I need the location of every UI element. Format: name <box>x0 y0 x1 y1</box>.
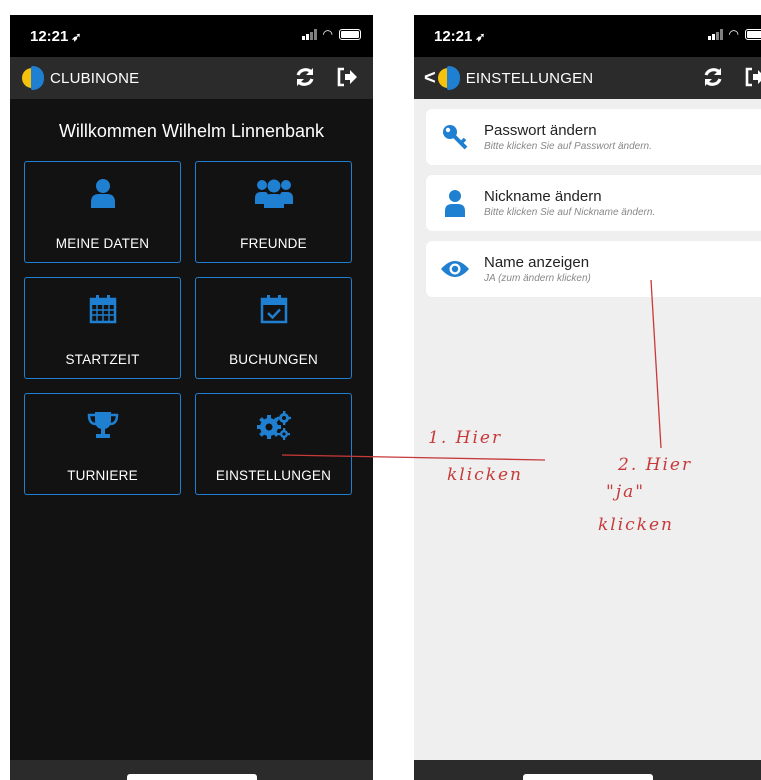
tile-meine-daten[interactable]: MEINE DATEN <box>24 161 181 263</box>
person-icon <box>438 189 472 217</box>
setting-password[interactable]: Passwort ändern Bitte klicken Sie auf Pa… <box>426 109 761 165</box>
tile-turniere[interactable]: TURNIERE <box>24 393 181 495</box>
setting-subtitle: Bitte klicken Sie auf Passwort ändern. <box>484 141 652 152</box>
refresh-icon[interactable] <box>293 65 317 95</box>
app-bar: CLUBINONE <box>10 57 373 99</box>
signal-icon <box>301 29 317 40</box>
home-indicator[interactable] <box>522 774 653 780</box>
tile-buchungen[interactable]: BUCHUNGEN <box>195 277 352 379</box>
tile-freunde[interactable]: FREUNDE <box>195 161 352 263</box>
setting-show-name[interactable]: Name anzeigen JA (zum ändern klicken) <box>426 241 761 297</box>
system-icons: ◠ <box>301 27 361 41</box>
app-title: EINSTELLUNGEN <box>465 69 594 87</box>
tile-label: FREUNDE <box>240 236 307 251</box>
tile-label: MEINE DATEN <box>55 236 150 251</box>
setting-nickname[interactable]: Nickname ändern Bitte klicken Sie auf Ni… <box>426 175 761 231</box>
annotation-step2-line3: klicken <box>598 515 675 535</box>
setting-title: Name anzeigen <box>484 254 590 271</box>
location-icon: ➶ <box>71 30 82 44</box>
logout-icon[interactable] <box>743 65 761 95</box>
logout-icon[interactable] <box>335 65 359 95</box>
setting-subtitle: Bitte klicken Sie auf Nickname ändern. <box>484 207 656 218</box>
home-indicator[interactable] <box>126 774 257 780</box>
tile-label: TURNIERE <box>67 468 138 483</box>
eye-icon <box>438 259 472 279</box>
setting-title: Nickname ändern <box>484 188 602 205</box>
annotation-step2-line1: 2. Hier <box>618 455 693 475</box>
setting-subtitle: JA (zum ändern klicken) <box>484 273 591 284</box>
tile-einstellungen[interactable]: EINSTELLUNGEN <box>195 393 352 495</box>
gears-icon <box>256 410 292 440</box>
annotation-step1-line1: 1. Hier <box>428 428 503 448</box>
app-title: CLUBINONE <box>50 69 140 87</box>
wifi-icon: ◠ <box>728 27 739 41</box>
person-icon <box>90 178 116 208</box>
club-logo-icon <box>22 66 44 90</box>
battery-icon <box>339 29 361 40</box>
status-bar: 12:21 ➶ ◠ <box>414 15 761 57</box>
location-icon: ➶ <box>475 30 486 44</box>
bottom-bar <box>414 760 761 780</box>
setting-title: Passwort ändern <box>484 122 597 139</box>
settings-screen: 12:21 ➶ ◠ < EINSTELLUNGEN Passwort änder… <box>414 15 761 780</box>
tile-label: BUCHUNGEN <box>229 352 318 367</box>
bottom-bar <box>10 760 373 780</box>
welcome-text: Willkommen Wilhelm Linnenbank <box>58 121 325 141</box>
status-time: 12:21 ➶ <box>30 28 81 45</box>
back-button[interactable]: < <box>424 67 436 90</box>
annotation-step2-line2: "ja" <box>606 482 646 502</box>
time-text: 12:21 <box>434 28 473 45</box>
calendar-check-icon <box>260 294 288 324</box>
battery-icon <box>745 29 761 40</box>
status-bar: 12:21 ➶ ◠ <box>10 15 373 57</box>
refresh-icon[interactable] <box>701 65 725 95</box>
tile-label: EINSTELLUNGEN <box>215 468 332 483</box>
annotation-step1-line2: klicken <box>447 465 524 485</box>
key-icon <box>438 123 472 151</box>
friends-icon <box>254 178 294 208</box>
tile-startzeit[interactable]: STARTZEIT <box>24 277 181 379</box>
tile-label: STARTZEIT <box>65 352 140 367</box>
calendar-icon <box>89 294 117 324</box>
system-icons: ◠ <box>707 27 761 41</box>
status-time: 12:21 ➶ <box>434 28 485 45</box>
menu-grid: MEINE DATEN FREUNDE STARTZEIT BUCHUNGEN <box>24 161 352 495</box>
time-text: 12:21 <box>30 28 69 45</box>
wifi-icon: ◠ <box>322 27 333 41</box>
signal-icon <box>707 29 723 40</box>
club-logo-icon <box>437 66 460 90</box>
trophy-icon <box>87 410 119 440</box>
app-bar: < EINSTELLUNGEN <box>414 57 761 99</box>
home-screen: 12:21 ➶ ◠ CLUBINONE Willkommen Wilhelm Li… <box>10 15 373 780</box>
screenshot-canvas: 12:21 ➶ ◠ CLUBINONE Willkommen Wilhelm Li… <box>0 0 761 780</box>
